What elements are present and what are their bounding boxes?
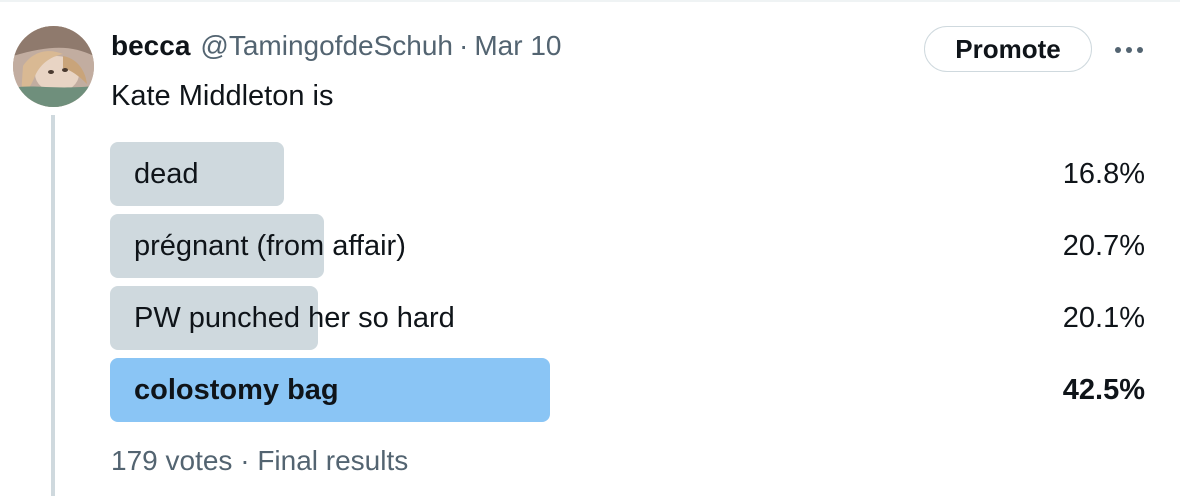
poll-footer: 179 votes · Final results	[111, 445, 408, 477]
tweet-header: becca @TamingofdeSchuh · Mar 10	[111, 26, 561, 66]
avatar[interactable]	[13, 26, 94, 107]
poll-status: Final results	[257, 445, 409, 476]
poll-option-percent: 20.1%	[1062, 302, 1145, 334]
more-horizontal-icon	[1115, 47, 1143, 53]
header-separator: ·	[458, 30, 469, 61]
poll-option: dead 16.8%	[110, 142, 1150, 206]
poll-footer-separator: ·	[240, 445, 250, 476]
poll-option: PW punched her so hard 20.1%	[110, 286, 1150, 350]
tweet-text: Kate Middleton is	[111, 80, 334, 112]
poll-option-percent: 42.5%	[1062, 374, 1145, 406]
poll-option-label: PW punched her so hard	[134, 302, 455, 334]
thread-line	[51, 115, 55, 496]
poll-option-label: colostomy bag	[134, 374, 339, 406]
avatar-photo	[13, 26, 94, 107]
poll-option-label: prégnant (from affair)	[134, 230, 406, 262]
more-options-button[interactable]	[1107, 28, 1151, 72]
tweet-date[interactable]: Mar 10	[474, 30, 561, 62]
promote-button[interactable]: Promote	[924, 26, 1092, 72]
top-divider	[0, 0, 1180, 2]
poll-option-percent: 20.7%	[1062, 230, 1145, 262]
display-name[interactable]: becca	[111, 30, 190, 62]
poll-option: prégnant (from affair) 20.7%	[110, 214, 1150, 278]
poll-vote-count: 179 votes	[111, 445, 233, 476]
poll-option-percent: 16.8%	[1062, 158, 1145, 190]
user-handle[interactable]: @TamingofdeSchuh	[200, 30, 453, 62]
poll-option-label: dead	[134, 158, 199, 190]
poll-option-winner: colostomy bag 42.5%	[110, 358, 1150, 422]
